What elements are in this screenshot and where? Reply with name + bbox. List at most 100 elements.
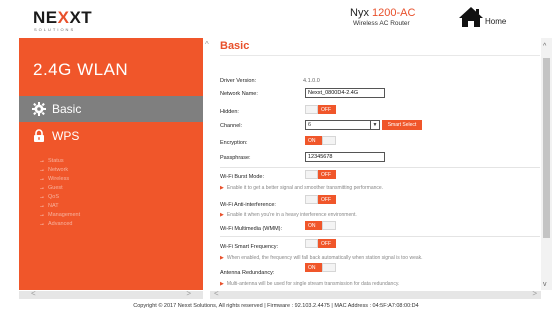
driver-version-value: 4.1.0.0 xyxy=(303,78,320,84)
chevron-left-icon[interactable]: < xyxy=(214,289,219,298)
model-subtitle: Wireless AC Router xyxy=(353,20,410,27)
anti-interference-hint: ▶ Enable it when you're in a heavy interf… xyxy=(220,212,357,218)
anti-interference-toggle[interactable]: OFF xyxy=(305,195,336,204)
logo-text-right: XT xyxy=(69,8,93,27)
toggle-knob xyxy=(305,105,318,114)
smart-select-button[interactable]: Smart Select xyxy=(382,120,422,130)
toggle-state: OFF xyxy=(318,195,336,204)
toggle-knob xyxy=(322,221,336,230)
toggle-state: OFF xyxy=(318,105,336,114)
antenna-redundancy-hint: ▶ Multi-antenna will be used for single s… xyxy=(220,281,399,287)
sidebar-item-basic[interactable]: Basic xyxy=(19,96,203,122)
chevron-down-icon[interactable]: v xyxy=(543,281,547,288)
toggle-knob xyxy=(305,170,318,179)
passphrase-input[interactable] xyxy=(305,152,385,162)
hint-text: Enable it to get a better signal and smo… xyxy=(226,185,384,191)
passphrase-label: Passphrase: xyxy=(220,155,251,161)
toggle-knob xyxy=(305,239,318,248)
triangle-right-icon: ▶ xyxy=(220,255,224,261)
sidebar: 2.4G WLAN Basic WPS → Status → Network →… xyxy=(19,38,203,290)
sidebar-sub-link[interactable]: → Guest xyxy=(39,185,80,194)
toggle-knob xyxy=(305,195,318,204)
model-name-text: Nyx xyxy=(350,7,369,19)
hint-text: Enable it when you're in a heavy interfe… xyxy=(226,212,357,218)
triangle-right-icon: ▶ xyxy=(220,281,224,287)
arrow-right-icon: → xyxy=(39,158,45,164)
anti-interference-label: Wi-Fi Anti-interference: xyxy=(220,202,276,208)
arrow-right-icon: → xyxy=(39,212,45,218)
chevron-up-icon[interactable]: ^ xyxy=(543,43,546,50)
sidebar-horizontal-scrollbar[interactable]: < > xyxy=(19,289,203,299)
sub-link-label: Advanced xyxy=(48,221,73,227)
chevron-right-icon[interactable]: > xyxy=(186,289,191,298)
smart-frequency-hint: ▶ When enabled, the frequency will fall b… xyxy=(220,255,423,261)
model-number: 1200-AC xyxy=(372,7,416,19)
network-name-input[interactable] xyxy=(305,88,385,98)
sub-link-label: NAT xyxy=(48,203,59,209)
chevron-right-icon[interactable]: > xyxy=(532,289,537,298)
wmm-toggle[interactable]: ON xyxy=(305,221,336,230)
sidebar-item-label: WPS xyxy=(52,129,80,143)
channel-selected-value: 6 xyxy=(308,122,312,128)
toggle-knob xyxy=(322,136,336,145)
sidebar-sub-link[interactable]: → Management xyxy=(39,212,80,221)
home-icon[interactable] xyxy=(458,6,484,28)
scrollbar-thumb[interactable] xyxy=(543,58,550,238)
divider xyxy=(220,55,540,56)
chevron-up-icon[interactable]: ^ xyxy=(205,40,209,49)
smart-frequency-label: Wi-Fi Smart Frequency: xyxy=(220,244,279,250)
antenna-redundancy-toggle[interactable]: ON xyxy=(305,263,336,272)
sidebar-sub-link[interactable]: → Status xyxy=(39,158,80,167)
home-link[interactable]: Home xyxy=(485,17,506,26)
sub-link-label: Network xyxy=(48,167,69,173)
burst-mode-toggle[interactable]: OFF xyxy=(305,170,336,179)
page-title: Basic xyxy=(220,40,250,52)
hidden-label: Hidden: xyxy=(220,109,239,115)
arrow-right-icon: → xyxy=(39,176,45,182)
toggle-state: OFF xyxy=(318,239,336,248)
sub-link-label: Management xyxy=(48,212,81,218)
sidebar-sub-link[interactable]: → Advanced xyxy=(39,221,80,230)
encryption-toggle[interactable]: ON xyxy=(305,136,336,145)
sidebar-sub-links: → Status → Network → Wireless → Guest → QoS →… xyxy=(39,158,80,230)
toggle-state: ON xyxy=(305,136,322,145)
lock-icon xyxy=(34,129,44,142)
main-horizontal-scrollbar[interactable]: < > xyxy=(210,289,541,299)
sidebar-title: 2.4G WLAN xyxy=(33,60,129,79)
brand-logo[interactable]: NEXXT xyxy=(33,8,92,28)
logo-subtitle: SOLUTIONS xyxy=(34,27,76,32)
sidebar-sub-link[interactable]: → NAT xyxy=(39,203,80,212)
sub-link-label: Status xyxy=(48,158,64,164)
channel-label: Channel: xyxy=(220,123,243,129)
main-content: Basic Driver Version: 4.1.0.0 Network Na… xyxy=(210,38,540,290)
divider xyxy=(220,236,540,237)
toggle-knob xyxy=(322,263,336,272)
logo-text-left: NE xyxy=(33,8,58,27)
sub-link-label: QoS xyxy=(48,194,60,200)
encryption-label: Encryption: xyxy=(220,140,248,146)
driver-version-label: Driver Version: xyxy=(220,78,257,84)
chevron-left-icon[interactable]: < xyxy=(31,289,36,298)
sidebar-sub-link[interactable]: → Wireless xyxy=(39,176,80,185)
sidebar-item-wps[interactable]: WPS xyxy=(19,126,203,148)
arrow-right-icon: → xyxy=(39,221,45,227)
toggle-state: ON xyxy=(305,221,322,230)
toggle-state: ON xyxy=(305,263,322,272)
sidebar-item-label: Basic xyxy=(52,102,82,116)
hint-text: Multi-antenna will be used for single st… xyxy=(226,281,400,287)
logo-text-x: X xyxy=(57,8,70,27)
channel-select[interactable]: 6 ▼ xyxy=(305,120,380,130)
sidebar-sub-link[interactable]: → QoS xyxy=(39,194,80,203)
main-vertical-scrollbar[interactable]: ^ v xyxy=(541,38,552,290)
arrow-right-icon: → xyxy=(39,185,45,191)
wmm-label: Wi-Fi Multimedia (WMM): xyxy=(220,226,283,232)
antenna-redundancy-label: Antenna Redundancy: xyxy=(220,270,275,276)
arrow-right-icon: → xyxy=(39,167,45,173)
chevron-down-icon: ▼ xyxy=(370,121,379,129)
toggle-state: OFF xyxy=(318,170,336,179)
arrow-right-icon: → xyxy=(39,194,45,200)
hidden-toggle[interactable]: OFF xyxy=(305,105,336,114)
network-name-label: Network Name: xyxy=(220,91,258,97)
smart-frequency-toggle[interactable]: OFF xyxy=(305,239,336,248)
sidebar-sub-link[interactable]: → Network xyxy=(39,167,80,176)
